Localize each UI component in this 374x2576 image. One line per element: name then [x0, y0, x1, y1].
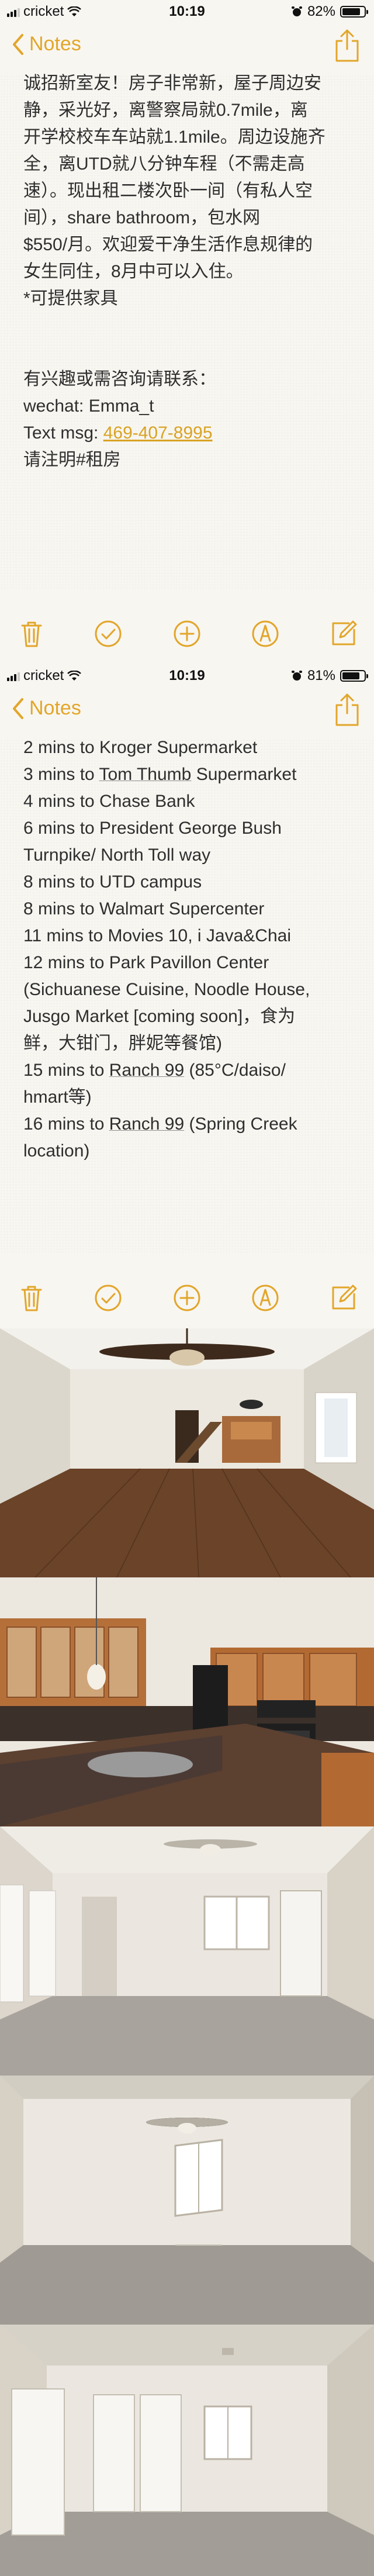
- note-line: (Sichuanese Cuisine, Noodle House,: [23, 980, 310, 999]
- note-line: 间），share bathroom，包水网: [23, 208, 261, 227]
- back-label: Notes: [29, 33, 81, 55]
- compose-icon[interactable]: [328, 619, 359, 649]
- text-msg-line: Text msg: 469-407-8995: [23, 420, 351, 447]
- note-line: 2 mins to Kroger Supermarket: [23, 738, 258, 757]
- alarm-icon: [291, 671, 302, 681]
- bedroom-photo-1: [0, 1826, 374, 2076]
- share-icon[interactable]: [333, 28, 361, 63]
- note-line: 11 mins to Movies 10, i Java&Chai: [23, 926, 291, 945]
- share-icon[interactable]: [333, 692, 361, 727]
- battery-icon: [340, 670, 368, 682]
- chevron-left-icon: [13, 697, 23, 719]
- back-to-notes-button[interactable]: Notes: [12, 33, 81, 56]
- living-room-photo: [0, 1328, 374, 1577]
- bedroom-photo-3: [0, 2325, 374, 2576]
- status-bar: cricket 10:19 81%: [0, 664, 374, 688]
- note-line: location): [23, 1141, 90, 1161]
- add-icon[interactable]: [172, 1283, 202, 1313]
- status-bar: cricket 10:19 82%: [0, 0, 374, 23]
- place-link[interactable]: Ranch 99: [109, 1061, 184, 1080]
- note-line: 16 mins to Ranch 99 (Spring Creek: [23, 1114, 297, 1134]
- notes-screen-2: cricket 10:19 81% Notes 2 mins to Kroger…: [0, 664, 374, 1328]
- phone-number-link[interactable]: 469-407-8995: [103, 423, 213, 443]
- note-line: $550/月。欢迎爱干净生活作息规律的: [23, 235, 313, 254]
- back-label: Notes: [29, 697, 81, 719]
- battery-percent: 81%: [307, 668, 335, 683]
- text-msg-label: Text msg:: [23, 423, 103, 443]
- note-line: 开学校校车车站就1.1mile。周边设施齐: [23, 127, 325, 147]
- note-text[interactable]: 2 mins to Kroger Supermarket 3 mins to T…: [23, 734, 351, 1165]
- note-line: 8 mins to Walmart Supercenter: [23, 899, 265, 918]
- kitchen-photo: [0, 1577, 374, 1826]
- battery-icon: [340, 6, 368, 18]
- bedroom-photo-2: [0, 2076, 374, 2325]
- markup-icon[interactable]: [250, 1283, 280, 1313]
- checklist-icon[interactable]: [93, 1283, 123, 1313]
- battery-percent: 82%: [307, 4, 335, 19]
- chevron-left-icon: [13, 33, 23, 55]
- note-line: 6 mins to President George Bush: [23, 819, 282, 838]
- navigation-bar: Notes: [0, 688, 374, 739]
- add-icon[interactable]: [172, 619, 202, 649]
- note-line: Turnpike/ North Toll way: [23, 845, 211, 865]
- wechat-id: wechat: Emma_t: [23, 396, 154, 416]
- note-line: 3 mins to Tom Thumb Supermarket: [23, 765, 297, 784]
- trash-icon[interactable]: [16, 619, 47, 649]
- checklist-icon[interactable]: [93, 619, 123, 649]
- note-line: 8 mins to UTD campus: [23, 872, 202, 892]
- notes-screen-1: cricket 10:19 82% Notes 诚招新室友！房子非常新，屋子周边…: [0, 0, 374, 664]
- note-line: 4 mins to Chase Bank: [23, 792, 195, 811]
- note-line: 12 mins to Park Pavillon Center: [23, 953, 269, 972]
- contact-note: 请注明#租房: [23, 450, 121, 469]
- bottom-toolbar: [0, 1283, 374, 1315]
- note-line: hmart等): [23, 1087, 92, 1107]
- trash-icon[interactable]: [16, 1283, 47, 1313]
- contact-intro: 有兴趣或需咨询请联系：: [23, 370, 216, 389]
- back-to-notes-button[interactable]: Notes: [12, 697, 81, 720]
- place-link[interactable]: Tom Thumb: [99, 765, 192, 784]
- bottom-toolbar: [0, 619, 374, 651]
- place-link[interactable]: Ranch 99: [109, 1114, 184, 1134]
- note-line: 鲜，大钳门，胖妮等餐馆): [23, 1034, 222, 1053]
- alarm-icon: [291, 6, 302, 16]
- navigation-bar: Notes: [0, 23, 374, 75]
- note-line: 诚招新室友！房子非常新，屋子周边安: [23, 74, 321, 93]
- markup-icon[interactable]: [250, 619, 280, 649]
- note-line: 15 mins to Ranch 99 (85°C/daiso/: [23, 1061, 286, 1080]
- note-line: 女生同住，8月中可以入住。: [23, 262, 244, 281]
- note-text[interactable]: 诚招新室友！房子非常新，屋子周边安 静，采光好，离警察局就0.7mile，离 开…: [23, 70, 351, 474]
- note-line: 速）。现出租二楼次卧一间（有私人空: [23, 181, 313, 201]
- note-line: 静，采光好，离警察局就0.7mile，离: [23, 101, 308, 120]
- note-line: Jusgo Market [coming soon]，食为: [23, 1007, 296, 1026]
- compose-icon[interactable]: [328, 1283, 359, 1313]
- note-line: *可提供家具: [23, 289, 118, 308]
- note-line: 全，离UTD就八分钟车程（不需走高: [23, 154, 305, 174]
